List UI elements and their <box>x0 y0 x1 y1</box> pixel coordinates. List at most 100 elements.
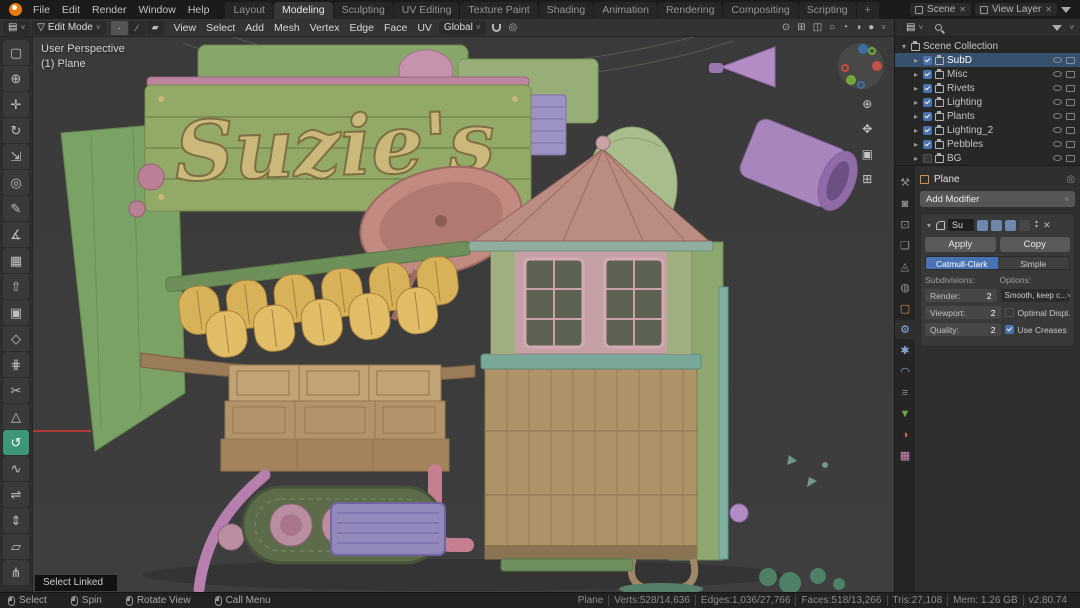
outliner-row-rivets[interactable]: ▸ Rivets <box>895 81 1080 95</box>
reorder-modifier-icons[interactable]: ▴ ▾ <box>1035 219 1038 230</box>
mode-selector[interactable]: ▽ Edit Mode ˅ <box>32 20 106 35</box>
outliner-row-scene-collection[interactable]: ▾ Scene Collection <box>895 39 1080 53</box>
disclosure-icon[interactable]: ▸ <box>912 126 920 135</box>
pan-hand-icon[interactable]: ✥ <box>862 122 872 136</box>
viewport-menu-uv[interactable]: UV <box>412 22 437 34</box>
inset-faces-tool[interactable]: ▣ <box>3 300 29 325</box>
hide-viewport-eye-icon[interactable] <box>1053 155 1062 161</box>
constraints-tab[interactable]: ≡ <box>895 383 915 402</box>
render-subdivisions-field[interactable]: Render: 2 <box>925 289 997 302</box>
workspace-tab[interactable]: Texture Paint <box>460 2 538 19</box>
transform-tool[interactable]: ◎ <box>3 170 29 195</box>
disclosure-icon[interactable]: ▸ <box>912 112 920 121</box>
render-tab[interactable]: ◙ <box>895 194 915 213</box>
shrink-fatten-tool[interactable]: ⇕ <box>3 508 29 533</box>
search-icon[interactable] <box>935 24 943 31</box>
rip-region-tool[interactable]: ⋔ <box>3 560 29 585</box>
collection-checkbox[interactable] <box>923 55 932 65</box>
filter-icon[interactable] <box>1052 24 1063 31</box>
display-render-toggle[interactable] <box>1005 219 1016 231</box>
scene-selector[interactable]: Scene ✕ <box>909 3 971 16</box>
overlays-icon[interactable]: ⊞ <box>797 22 805 33</box>
menu-help[interactable]: Help <box>182 4 216 16</box>
catmull-clark-option[interactable]: Catmull-Clark <box>926 257 998 269</box>
disclosure-icon[interactable]: ▸ <box>912 70 920 79</box>
loop-cut-tool[interactable]: ⋕ <box>3 352 29 377</box>
viewport-menu-select[interactable]: Select <box>201 22 240 34</box>
move-tool[interactable]: ✛ <box>3 92 29 117</box>
hide-viewport-eye-icon[interactable] <box>1053 113 1062 119</box>
filter-icon[interactable] <box>1061 6 1071 13</box>
workspace-tab[interactable]: Modeling <box>273 2 333 19</box>
viewport-menu-face[interactable]: Face <box>379 22 412 34</box>
physics-tab[interactable]: ◠ <box>895 362 915 381</box>
collapse-icon[interactable]: ▾ <box>925 221 933 230</box>
disable-viewports-icon[interactable] <box>1066 154 1075 162</box>
copy-button[interactable]: Copy <box>999 237 1070 252</box>
pin-icon[interactable]: ◎ <box>1066 174 1075 185</box>
add-modifier-button[interactable]: Add Modifier ˅ <box>920 191 1075 207</box>
rotate-tool[interactable]: ↻ <box>3 118 29 143</box>
modifier-name-field[interactable]: Su <box>948 219 974 231</box>
extrude-region-tool[interactable]: ⇧ <box>3 274 29 299</box>
axis-z-handle[interactable] <box>858 44 868 54</box>
disclosure-icon[interactable]: ▸ <box>912 98 920 107</box>
workspace-tab[interactable]: Sculpting <box>333 2 393 19</box>
3d-viewport[interactable]: Suzie's User Perspective (1) Plane Selec… <box>33 37 894 592</box>
unlink-scene-icon[interactable]: ✕ <box>959 5 966 14</box>
poly-build-tool[interactable]: △ <box>3 404 29 429</box>
show-gizmo-icon[interactable]: ⊙ <box>782 22 790 33</box>
material-tab[interactable]: ◑ <box>895 425 915 444</box>
transform-orientation-select[interactable]: Global ˅ <box>438 20 486 35</box>
annotate-tool[interactable]: ✎ <box>3 196 29 221</box>
disable-viewports-icon[interactable] <box>1066 112 1075 120</box>
viewport-menu-vertex[interactable]: Vertex <box>305 22 345 34</box>
collection-checkbox[interactable] <box>923 97 932 107</box>
simple-option[interactable]: Simple <box>997 257 1069 269</box>
particles-tab[interactable]: ✱ <box>895 341 915 360</box>
add-workspace-tab[interactable]: + <box>856 2 879 19</box>
cursor-tool[interactable]: ⊕ <box>3 66 29 91</box>
workspace-tab[interactable]: Shading <box>538 2 594 19</box>
hide-viewport-eye-icon[interactable] <box>1053 85 1062 91</box>
disclosure-icon[interactable]: ▸ <box>912 154 920 163</box>
edge-select-mode-button[interactable]: ∕ <box>128 20 146 35</box>
menu-file[interactable]: File <box>27 4 56 16</box>
zoom-icon[interactable]: ⊕ <box>862 97 872 111</box>
face-select-mode-button[interactable]: ▰ <box>146 20 164 35</box>
vertex-select-mode-button[interactable]: ∙ <box>110 20 128 35</box>
workspace-tab[interactable]: Compositing <box>723 2 798 19</box>
use-creases-checkbox[interactable] <box>1004 325 1014 334</box>
shading-rendered-icon[interactable]: ● <box>868 22 874 33</box>
disable-viewports-icon[interactable] <box>1066 140 1075 148</box>
axis-z-negative-handle[interactable] <box>857 81 865 89</box>
hide-viewport-eye-icon[interactable] <box>1053 99 1062 105</box>
select-box-tool[interactable]: ▢ <box>3 40 29 65</box>
world-tab[interactable]: ◍ <box>895 278 915 297</box>
collection-checkbox[interactable] <box>923 125 932 135</box>
add-cube-tool[interactable]: ▦ <box>3 248 29 273</box>
outliner-row-lighting-2[interactable]: ▸ Lighting_2 <box>895 123 1080 137</box>
scale-tool[interactable]: ⇲ <box>3 144 29 169</box>
disclosure-icon[interactable]: ▸ <box>912 140 920 149</box>
collection-checkbox[interactable] <box>923 111 932 121</box>
blender-logo-icon[interactable] <box>9 3 22 16</box>
navigation-gizmo[interactable] <box>838 43 884 89</box>
workspace-tab[interactable]: Rendering <box>657 2 723 19</box>
disable-viewports-icon[interactable] <box>1066 126 1075 134</box>
display-edit-mode-toggle[interactable] <box>977 219 988 231</box>
viewport-menu-view[interactable]: View <box>169 22 202 34</box>
disable-viewports-icon[interactable] <box>1066 98 1075 106</box>
viewport-subdivisions-field[interactable]: Viewport: 2 <box>925 306 1001 319</box>
outliner-editor-type-button[interactable]: ▤ ˅ <box>901 20 929 35</box>
workspace-tab[interactable]: Layout <box>225 2 273 19</box>
shading-solid-icon[interactable]: ◔ <box>842 22 848 33</box>
menu-window[interactable]: Window <box>132 4 181 16</box>
texture-tab[interactable]: ▦ <box>895 446 915 465</box>
menu-render[interactable]: Render <box>86 4 132 16</box>
remove-modifier-icon[interactable]: ✕ <box>1043 220 1051 231</box>
workspace-tab[interactable]: Scripting <box>798 2 856 19</box>
shading-wireframe-icon[interactable]: ○ <box>829 22 835 33</box>
smooth-tool[interactable]: ∿ <box>3 456 29 481</box>
axis-y-negative-handle[interactable] <box>868 47 876 55</box>
